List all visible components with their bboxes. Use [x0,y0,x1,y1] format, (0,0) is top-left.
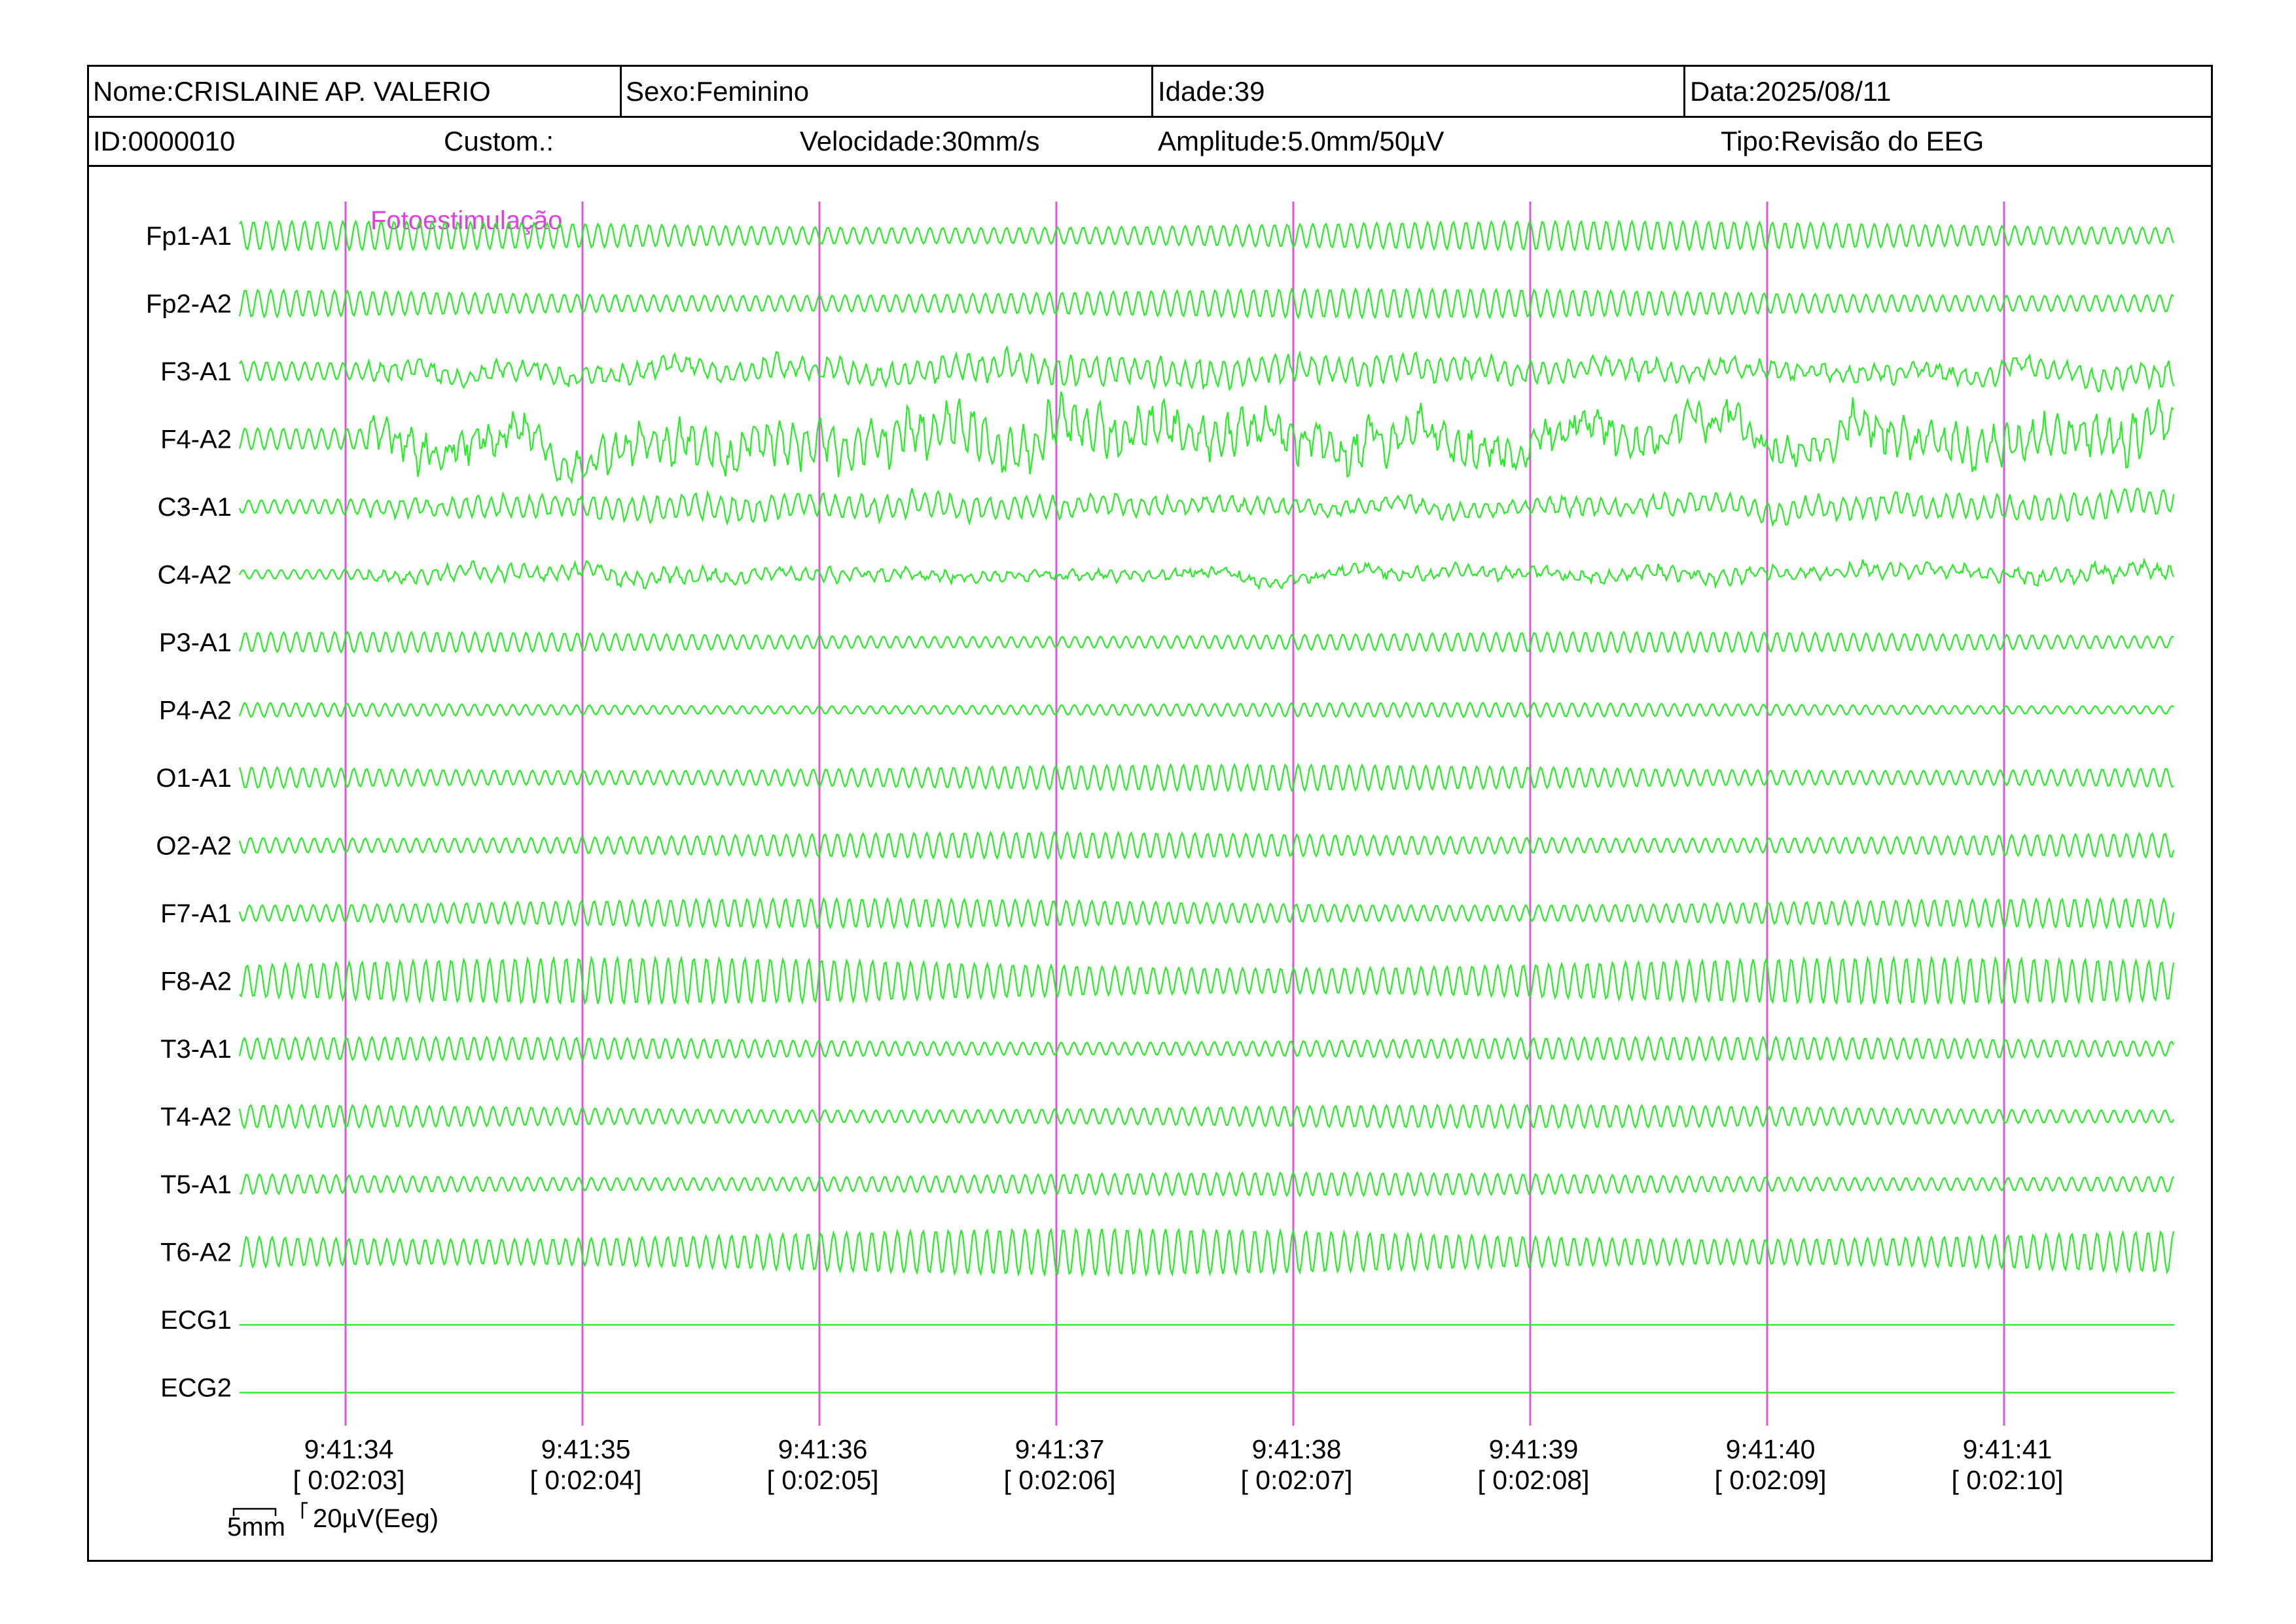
channel-label: F4-A2 [160,425,232,454]
channel-label: T3-A1 [160,1035,232,1064]
eeg-trace [239,1227,2175,1278]
eeg-trace [238,630,2174,654]
channel-label: Fp1-A1 [146,222,232,251]
time-clock-label: 9:41:34 [304,1434,394,1464]
eeg-trace [239,557,2175,590]
channel-label: C4-A2 [158,561,232,590]
time-clock-label: 9:41:37 [1015,1434,1105,1464]
time-elapsed-label: [ 0:02:03] [293,1465,405,1495]
time-elapsed-label: [ 0:02:07] [1241,1465,1353,1495]
channel-label: T4-A2 [160,1103,232,1132]
time-elapsed-label: [ 0:02:05] [767,1465,879,1495]
eeg-trace [238,830,2175,861]
time-elapsed-label: [ 0:02:04] [530,1465,642,1495]
time-clock-label: 9:41:38 [1252,1434,1342,1464]
time-scale-label: 5mm [227,1513,285,1542]
amplitude-scale-label: 20µV(Eeg) [313,1504,439,1533]
eeg-trace [238,701,2174,719]
channel-label: O1-A1 [156,764,232,793]
channel-label: ECG2 [160,1374,232,1403]
eeg-trace [238,487,2175,528]
eeg-trace [239,1170,2174,1198]
amplitude-scale-bar [301,1502,308,1519]
channel-label: F7-A1 [160,899,232,928]
time-elapsed-label: [ 0:02:08] [1478,1465,1590,1495]
eeg-trace [238,1035,2174,1062]
channel-label: O2-A2 [156,832,232,861]
time-clock-label: 9:41:40 [1726,1434,1816,1464]
eeg-trace [238,897,2175,930]
time-clock-label: 9:41:36 [778,1434,868,1464]
channel-label: F3-A1 [160,357,232,386]
time-clock-label: 9:41:41 [1963,1434,2053,1464]
time-clock-label: 9:41:35 [541,1434,631,1464]
time-elapsed-label: [ 0:02:10] [1952,1465,2064,1495]
channel-label: T6-A2 [160,1238,232,1267]
channel-label: P4-A2 [159,696,232,725]
channel-label: F8-A2 [160,967,232,996]
time-elapsed-label: [ 0:02:06] [1004,1465,1116,1495]
channel-label: P3-A1 [159,628,232,657]
eeg-chart: 9:41:34[ 0:02:03] 9:41:35[ 0:02:04] 9:41:3… [146,202,2175,1542]
channel-label: ECG1 [160,1306,232,1335]
eeg-trace [238,391,2174,485]
eeg-trace [239,344,2175,393]
eeg-trace [238,763,2174,793]
eeg-trace [238,1103,2174,1130]
time-elapsed-label: [ 0:02:09] [1715,1465,1827,1495]
channel-label: Fp2-A2 [146,290,232,319]
time-clock-label: 9:41:39 [1489,1434,1579,1464]
channel-label: C3-A1 [158,493,232,522]
eeg-trace [239,955,2175,1006]
eeg-trace [238,287,2174,320]
event-label: Fotoestimulação [370,206,562,235]
channel-label: T5-A1 [160,1170,232,1199]
